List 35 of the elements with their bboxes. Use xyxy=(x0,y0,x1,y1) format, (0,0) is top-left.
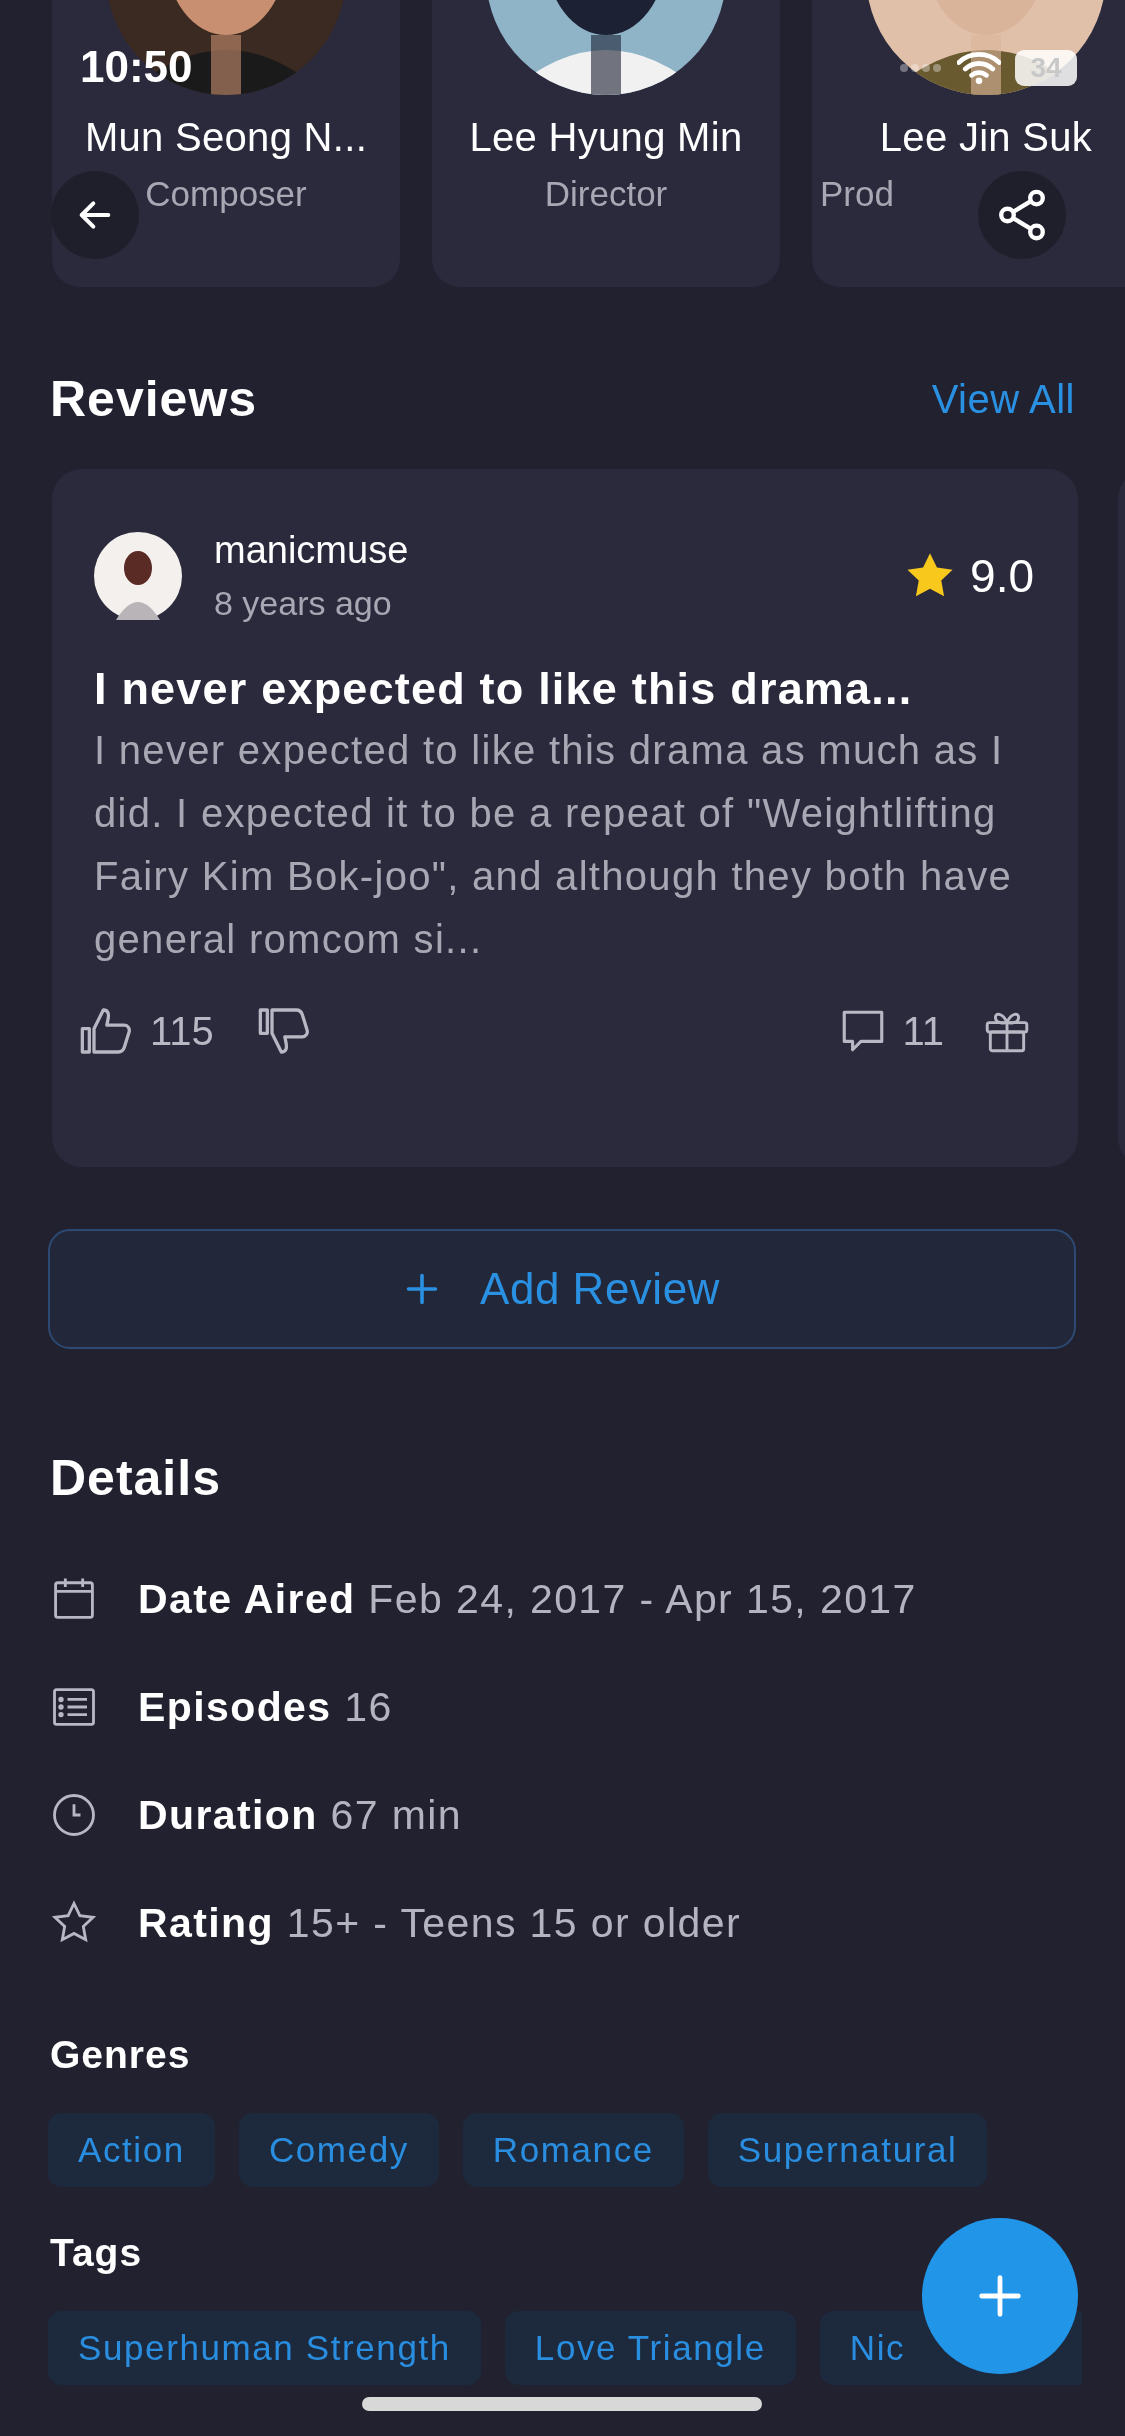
detail-text: Date Aired Feb 24, 2017 - Apr 15, 2017 xyxy=(138,1575,917,1623)
review-headline: I never expected to like this drama... xyxy=(94,663,914,715)
status-time: 10:50 xyxy=(80,42,193,92)
cast-role: Prod xyxy=(820,174,894,214)
cast-role: Composer xyxy=(145,174,307,214)
review-card[interactable] xyxy=(52,469,1078,1167)
plus-icon xyxy=(978,2274,1022,2318)
detail-text: Rating 15+ - Teens 15 or older xyxy=(138,1899,741,1947)
genre-chip[interactable]: Comedy xyxy=(238,2113,439,2187)
comment-count: 11 xyxy=(902,1008,944,1054)
view-all-link[interactable]: View All xyxy=(931,376,1075,422)
genre-chip[interactable]: Romance xyxy=(462,2113,684,2187)
section-title: Reviews xyxy=(50,370,258,428)
detail-text: Episodes 16 xyxy=(138,1683,393,1731)
cast-card[interactable]: Lee Hyung Min Director xyxy=(432,0,780,287)
cast-name: Lee Hyung Min xyxy=(469,115,743,160)
genre-chip[interactable]: Action xyxy=(48,2113,215,2187)
signal-icon xyxy=(899,62,943,74)
tag-chip[interactable]: Love Triangle xyxy=(504,2311,796,2385)
tag-chip[interactable]: Superhuman Strength xyxy=(48,2311,481,2385)
add-review-button[interactable]: Add Review xyxy=(48,1229,1076,1349)
genres-title: Genres xyxy=(50,2033,191,2077)
genre-chip[interactable]: Supernatural xyxy=(707,2113,988,2187)
cast-name: Mun Seong N... xyxy=(84,115,368,160)
wifi-icon xyxy=(957,51,1001,85)
review-score: 9.0 xyxy=(970,549,1034,603)
review-text: I never expected to like this drama as much as I did. I expected it to be a repeat of "Weightlifting Fairy Kim Bok-joo", and although they both have general romcom si... xyxy=(94,727,1013,963)
review-time: 8 years ago xyxy=(214,584,393,623)
section-title: Details xyxy=(49,1449,222,1507)
review-username: manicmuse xyxy=(214,529,410,572)
like-count: 115 xyxy=(150,1008,214,1054)
cast-name: Lee Jin Suk xyxy=(879,115,1093,160)
tags-title: Tags xyxy=(50,2231,143,2275)
detail-text: Duration 67 min xyxy=(138,1791,462,1839)
cast-role: Director xyxy=(544,174,668,214)
